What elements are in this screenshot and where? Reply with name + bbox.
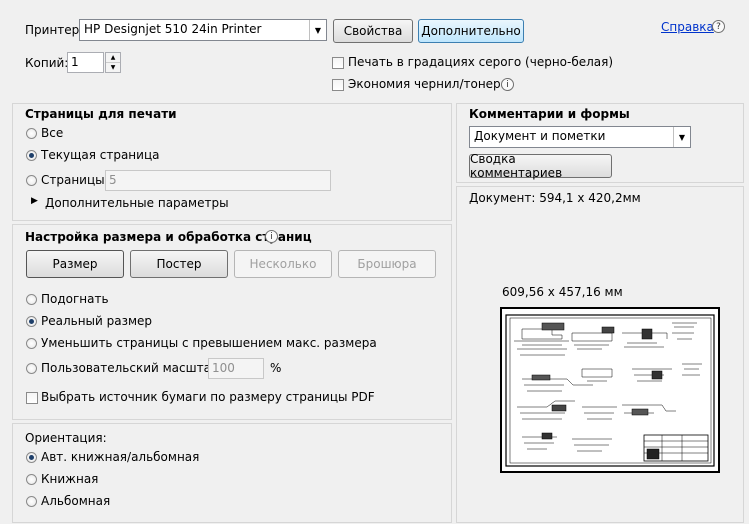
sizing-info-icon[interactable]: i [265,230,278,243]
preview-size-label: 609,56 x 457,16 мм [502,285,623,299]
stepper-up-icon[interactable]: ▲ [106,53,120,63]
custom-scale-label: Пользовательский масштаб: [41,361,223,375]
pages-title: Страницы для печати [25,107,177,121]
document-size-label: Документ: 594,1 x 420,2мм [469,191,641,205]
orientation-landscape-label: Альбомная [41,494,111,508]
comments-summary-button[interactable]: Сводка комментариев [469,152,612,180]
info-icon[interactable]: i [501,78,514,91]
ink-saver-checkbox[interactable] [332,79,344,91]
orientation-auto-radio[interactable] [26,452,37,463]
tab-poster[interactable]: Постер [130,250,228,278]
copies-label: Копий: [25,56,69,70]
orientation-portrait-radio[interactable] [26,474,37,485]
paper-source-label: Выбрать источник бумаги по размеру стран… [41,390,375,404]
copies-stepper[interactable]: ▲ ▼ [105,52,121,73]
pages-current-radio[interactable] [26,150,37,161]
comments-title: Комментарии и формы [469,107,630,121]
custom-scale-input[interactable]: 100 [208,358,264,379]
orientation-portrait-label: Книжная [41,472,99,486]
chevron-down-icon[interactable]: ▼ [673,127,690,147]
orientation-auto-label: Авт. книжная/альбомная [41,450,200,464]
pages-range-input[interactable]: 5 [105,170,331,191]
properties-button[interactable]: Свойства [333,19,413,43]
percent-label: % [270,361,282,375]
fit-radio[interactable] [26,294,37,305]
printer-select[interactable]: HP Designjet 510 24in Printer ▼ [79,19,327,41]
help-link[interactable]: Справка [661,20,714,34]
grayscale-label: Печать в градациях серого (черно-белая) [348,55,614,69]
help-icon[interactable]: ? [712,20,725,33]
fit-label: Подогнать [41,292,109,306]
expand-arrow-icon[interactable]: ▶ [31,196,38,206]
ink-saver-label: Экономия чернил/тонера [348,77,509,91]
tab-booklet[interactable]: Брошюра [338,250,436,278]
orientation-title: Ориентация: [25,431,107,445]
grayscale-checkbox[interactable] [332,57,344,69]
pages-all-radio[interactable] [26,128,37,139]
pages-current-label: Текущая страница [41,148,160,162]
pages-range-radio[interactable] [26,175,37,186]
advanced-button[interactable]: Дополнительно [418,19,524,43]
tab-size[interactable]: Размер [26,250,124,278]
comments-select-value: Документ и пометки [474,129,606,143]
paper-source-checkbox[interactable] [26,392,38,404]
printer-select-value: HP Designjet 510 24in Printer [84,22,262,36]
drawing-preview-image [505,314,715,467]
comments-select[interactable]: Документ и пометки ▼ [469,126,691,148]
custom-scale-radio[interactable] [26,363,37,374]
page-preview [500,307,720,473]
shrink-radio[interactable] [26,338,37,349]
actual-size-label: Реальный размер [41,314,153,328]
chevron-down-icon[interactable]: ▼ [309,20,326,40]
stepper-down-icon[interactable]: ▼ [106,63,120,72]
copies-input[interactable]: 1 [67,52,104,73]
actual-size-radio[interactable] [26,316,37,327]
orientation-landscape-radio[interactable] [26,496,37,507]
more-options-label[interactable]: Дополнительные параметры [45,196,229,210]
tab-multiple[interactable]: Несколько [234,250,332,278]
pages-all-label: Все [41,126,64,140]
printer-label: Принтер: [25,23,84,37]
pages-range-label: Страницы [41,173,105,187]
shrink-label: Уменьшить страницы с превышением макс. р… [41,336,377,350]
